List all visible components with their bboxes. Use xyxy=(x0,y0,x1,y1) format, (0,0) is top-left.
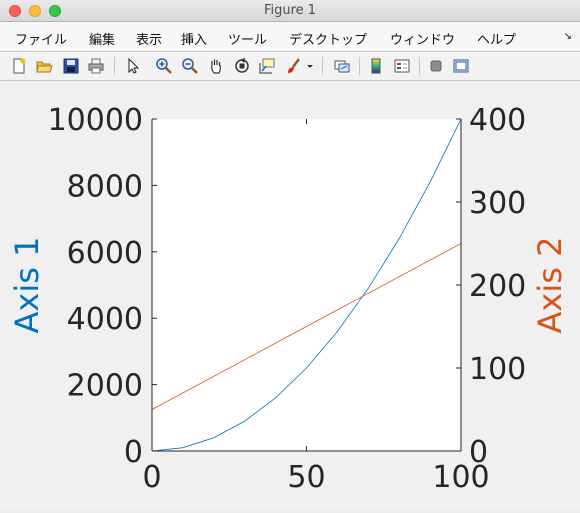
legend-icon[interactable] xyxy=(393,57,411,75)
rotate-3d-icon[interactable] xyxy=(233,57,251,75)
left-tick-label: 0 xyxy=(124,435,143,470)
pan-hand-icon[interactable] xyxy=(207,57,225,75)
arrow-diagonal-icon[interactable]: ↘ xyxy=(564,31,572,42)
colorbar-icon[interactable] xyxy=(367,57,385,75)
left-axis-label: Axis 1 xyxy=(8,237,46,334)
menu-edit[interactable]: 編集 xyxy=(89,29,115,48)
figure-toolbar xyxy=(0,52,580,81)
menu-help[interactable]: ヘルプ xyxy=(477,29,516,48)
right-axis-label: Axis 2 xyxy=(531,237,569,334)
left-tick-label: 10000 xyxy=(48,103,143,138)
open-icon[interactable] xyxy=(35,57,53,75)
left-tick-label: 6000 xyxy=(67,236,143,271)
left-tick-label: 8000 xyxy=(67,169,143,204)
right-tick-label: 200 xyxy=(469,269,526,304)
menu-file[interactable]: ファイル xyxy=(15,29,67,48)
toolbar-separator xyxy=(322,57,323,75)
figure-window: Figure 1 ファイル 編集 表示 挿入 ツール デスクトップ ウィンドウ … xyxy=(0,0,580,509)
toolbar-separator xyxy=(359,57,360,75)
show-plot-tools-icon[interactable] xyxy=(452,57,470,75)
x-tick-label: 50 xyxy=(287,460,325,495)
menu-view[interactable]: 表示 xyxy=(136,29,162,48)
pointer-icon[interactable] xyxy=(124,57,142,75)
link-plot-icon[interactable] xyxy=(333,57,351,75)
right-tick-label: 300 xyxy=(469,186,526,221)
toolbar-separator xyxy=(114,57,115,75)
plot-area[interactable]: 0 50 100 0 2000 4000 6000 8000 10000 0 1… xyxy=(0,81,580,509)
figure-canvas: 0 50 100 0 2000 4000 6000 8000 10000 0 1… xyxy=(0,81,580,509)
axes-background xyxy=(152,119,461,451)
x-tick-label: 0 xyxy=(142,460,161,495)
toolbar-separator xyxy=(419,57,420,75)
title-bar: Figure 1 xyxy=(0,0,580,22)
data-cursor-icon[interactable] xyxy=(258,57,276,75)
menu-window[interactable]: ウィンドウ xyxy=(390,29,455,48)
right-tick-label: 100 xyxy=(469,352,526,387)
menu-tools[interactable]: ツール xyxy=(228,29,267,48)
brush-icon[interactable] xyxy=(285,57,303,75)
hide-plot-tools-icon[interactable] xyxy=(427,57,445,75)
new-figure-icon[interactable] xyxy=(10,57,28,75)
save-icon[interactable] xyxy=(62,57,80,75)
print-icon[interactable] xyxy=(87,57,105,75)
zoom-out-icon[interactable] xyxy=(181,57,199,75)
menu-insert[interactable]: 挿入 xyxy=(181,29,207,48)
left-tick-label: 2000 xyxy=(67,369,143,404)
window-title: Figure 1 xyxy=(263,3,317,18)
menu-desktop[interactable]: デスクトップ xyxy=(289,29,367,48)
left-tick-label: 4000 xyxy=(67,302,143,337)
right-tick-label: 0 xyxy=(469,435,488,470)
zoom-in-icon[interactable] xyxy=(155,57,173,75)
right-tick-label: 400 xyxy=(469,103,526,138)
dropdown-arrow-icon[interactable] xyxy=(305,57,315,75)
menu-bar: ファイル 編集 表示 挿入 ツール デスクトップ ウィンドウ ヘルプ ↘ xyxy=(0,22,580,52)
